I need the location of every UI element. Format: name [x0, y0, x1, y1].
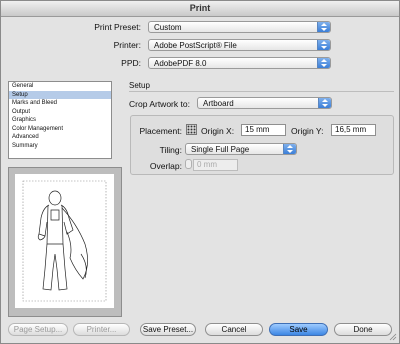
settings-category-list[interactable]: General Setup Marks and Bleed Output Gra…	[8, 81, 112, 159]
page-setup-button[interactable]: Page Setup...	[8, 323, 68, 336]
printer-value: Adobe PostScript® File	[154, 41, 237, 50]
list-item-summary[interactable]: Summary	[9, 142, 111, 151]
overlap-stepper	[185, 159, 192, 169]
crop-artwork-label: Crop Artwork to:	[129, 99, 190, 109]
print-preset-value: Custom	[154, 23, 182, 32]
placement-grid-icon[interactable]	[186, 124, 197, 135]
origin-x-field[interactable]: 15 mm	[241, 124, 286, 136]
print-preset-popup[interactable]: Custom	[148, 21, 331, 33]
section-divider	[129, 91, 394, 92]
crop-artwork-value: Artboard	[203, 99, 234, 108]
preview-artwork	[22, 180, 107, 302]
tiling-popup[interactable]: Single Full Page	[185, 143, 297, 155]
origin-y-field[interactable]: 16,5 mm	[331, 124, 376, 136]
ppd-label: PPD:	[121, 58, 141, 68]
overlap-field: 0 mm	[193, 159, 238, 171]
done-button[interactable]: Done	[334, 323, 392, 336]
origin-y-label: Origin Y:	[291, 126, 324, 136]
chevron-updown-icon	[317, 58, 330, 68]
window-title: Print	[1, 1, 399, 17]
print-preview	[8, 167, 122, 317]
resize-grip-icon[interactable]	[389, 333, 397, 341]
section-title: Setup	[129, 81, 150, 90]
placement-label: Placement:	[139, 126, 182, 136]
chevron-updown-icon	[317, 40, 330, 50]
chevron-updown-icon	[283, 144, 296, 154]
printer-label: Printer:	[113, 40, 141, 50]
print-preset-label: Print Preset:	[94, 22, 141, 32]
tiling-value: Single Full Page	[191, 145, 250, 154]
origin-x-label: Origin X:	[201, 126, 235, 136]
printer-button[interactable]: Printer...	[73, 323, 130, 336]
list-item-advanced[interactable]: Advanced	[9, 133, 111, 142]
list-item-color-management[interactable]: Color Management	[9, 125, 111, 134]
chevron-updown-icon	[318, 98, 331, 108]
tiling-label: Tiling:	[159, 145, 182, 155]
print-dialog: Print Print Preset: Custom Printer: Adob…	[0, 0, 400, 344]
save-button[interactable]: Save	[269, 323, 328, 336]
crop-artwork-popup[interactable]: Artboard	[197, 97, 332, 109]
ppd-popup[interactable]: AdobePDF 8.0	[148, 57, 331, 69]
ppd-value: AdobePDF 8.0	[154, 59, 207, 68]
list-item-output[interactable]: Output	[9, 108, 111, 117]
list-item-general[interactable]: General	[9, 82, 111, 91]
overlap-label: Overlap:	[149, 161, 182, 171]
preview-page	[15, 174, 114, 308]
cancel-button[interactable]: Cancel	[205, 323, 263, 336]
chevron-updown-icon	[317, 22, 330, 32]
list-item-graphics[interactable]: Graphics	[9, 116, 111, 125]
printer-popup[interactable]: Adobe PostScript® File	[148, 39, 331, 51]
save-preset-button[interactable]: Save Preset...	[140, 323, 196, 336]
list-item-setup[interactable]: Setup	[9, 90, 111, 99]
list-item-marks-and-bleed[interactable]: Marks and Bleed	[9, 99, 111, 108]
